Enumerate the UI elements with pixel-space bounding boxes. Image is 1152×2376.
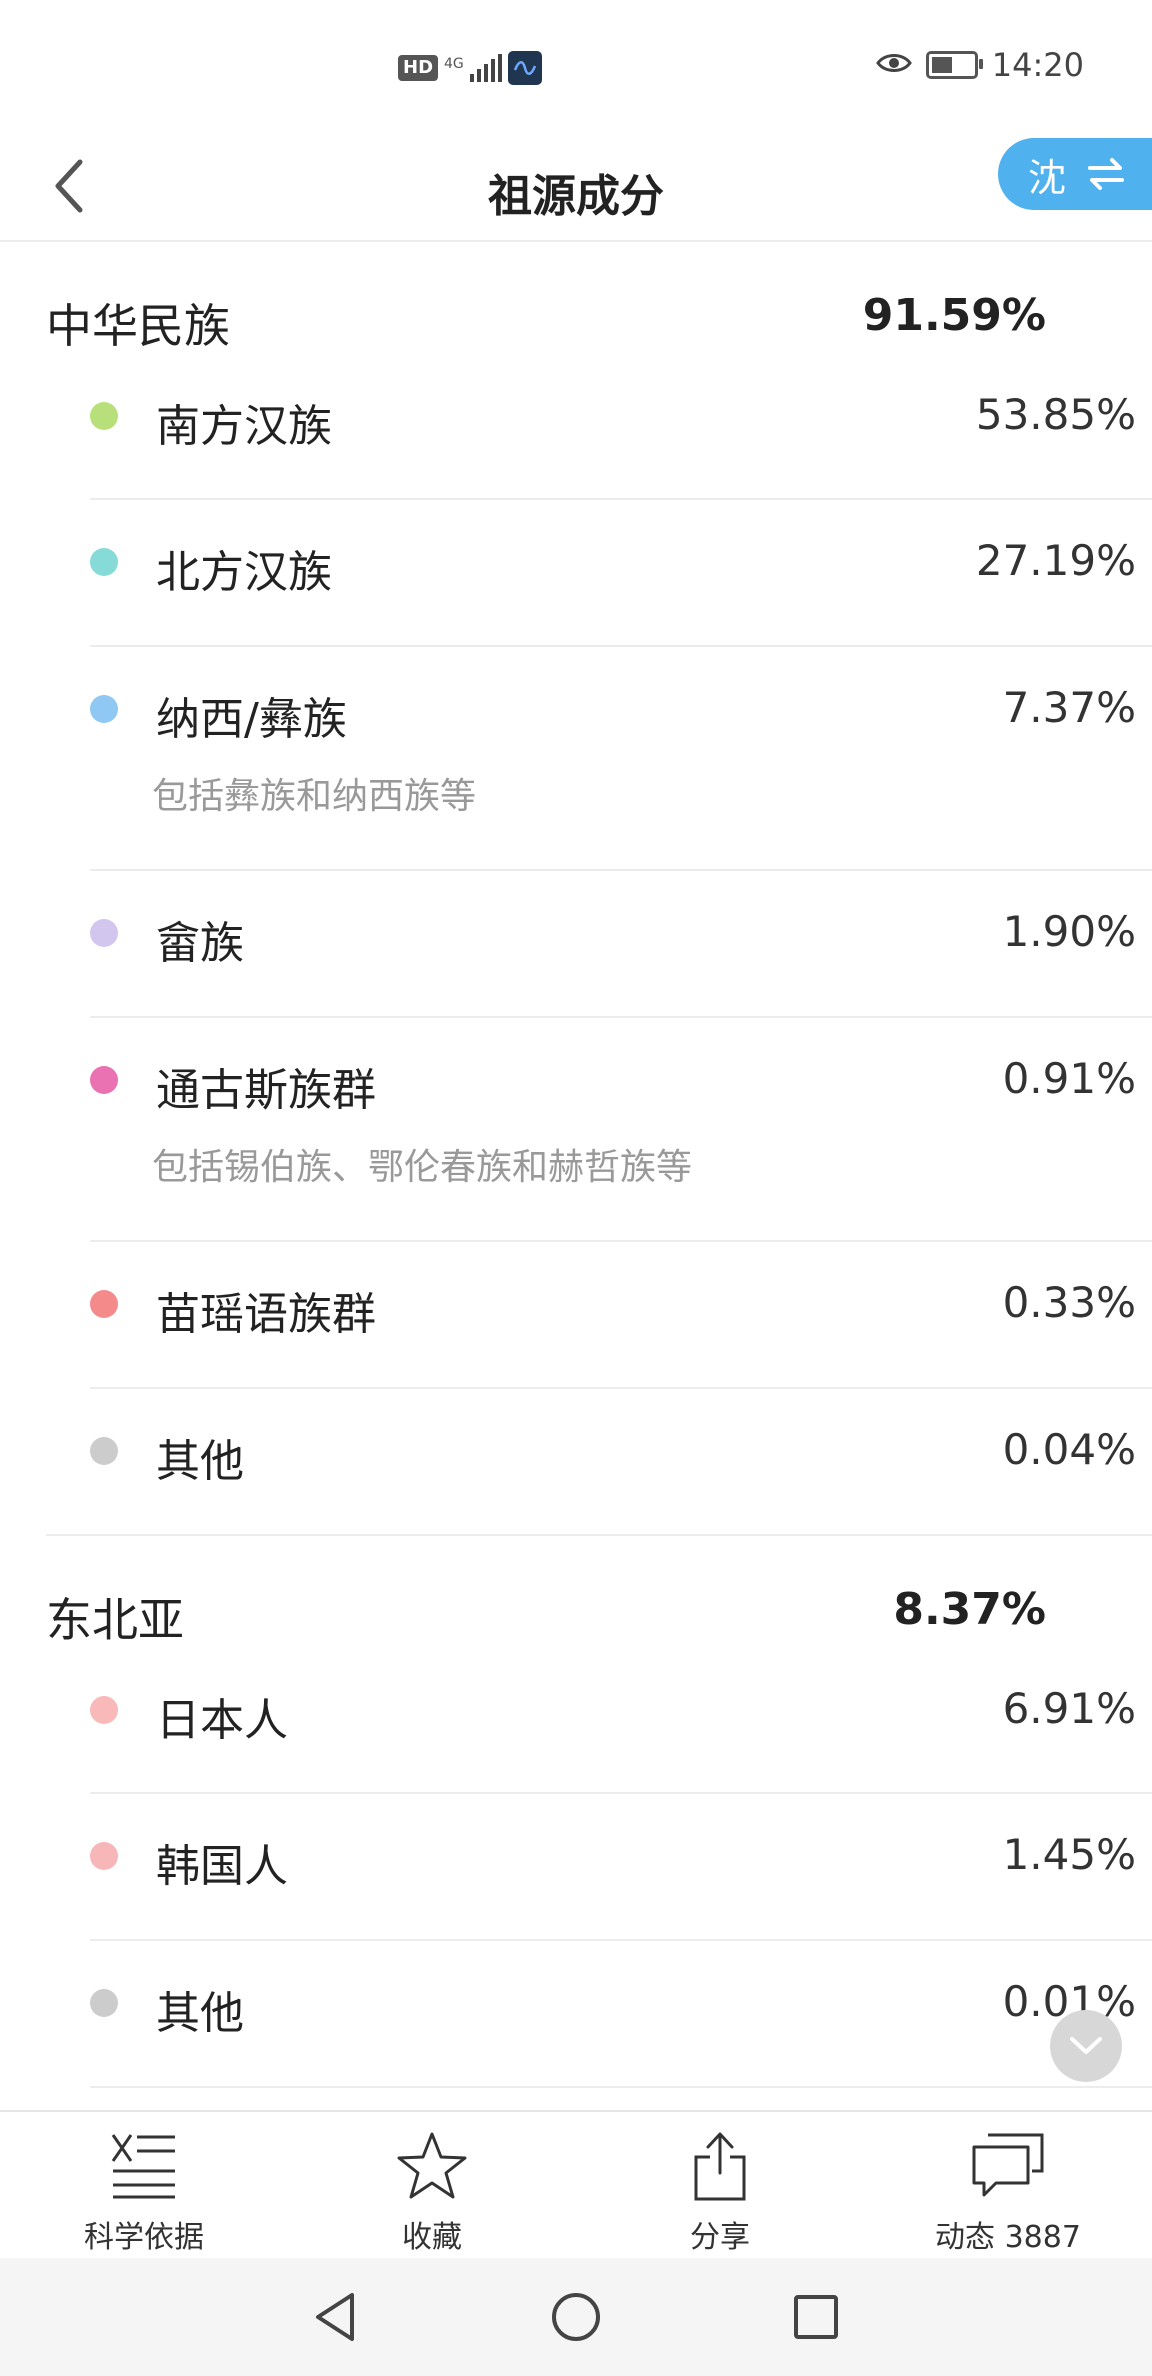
group-name: 中华民族 — [46, 299, 230, 353]
group-header: 中华民族 91.59% — [46, 242, 1152, 382]
group-percent: 8.37% — [893, 1584, 1046, 1635]
hd-badge: HD — [398, 55, 439, 81]
ancestry-name: 苗瑶语族群 — [156, 1289, 376, 1340]
favorite-label: 收藏 — [402, 2220, 462, 2255]
chevron-down-icon — [1070, 2037, 1102, 2054]
science-basis-icon — [104, 2126, 184, 2206]
ancestry-row[interactable]: 其他 0.01% — [90, 1941, 1152, 2088]
ancestry-name: 畲族 — [156, 918, 244, 969]
star-icon — [392, 2126, 472, 2206]
ancestry-groups: 中华民族 91.59% 南方汉族 53.85% 北方汉族 27.19% 纳西/彝族 7.37%… — [0, 242, 1152, 2088]
legend-dot — [90, 1290, 118, 1318]
ancestry-name: 其他 — [156, 1988, 244, 2039]
status-bar: HD 4G 14:20 — [0, 0, 1152, 136]
share-icon — [680, 2126, 760, 2206]
legend-dot — [90, 1842, 118, 1870]
ancestry-row[interactable]: 韩国人 1.45% — [90, 1794, 1152, 1941]
status-icons-center: HD 4G — [398, 50, 542, 86]
ancestry-row[interactable]: 日本人 6.91% — [90, 1676, 1152, 1794]
switch-label: 沈 — [1028, 155, 1067, 200]
scroll-down-button[interactable] — [1050, 2010, 1122, 2082]
favorite-button[interactable]: 收藏 — [288, 2112, 576, 2260]
ancestry-name: 北方汉族 — [156, 547, 332, 598]
science-basis-button[interactable]: 科学依据 — [0, 2112, 288, 2260]
ancestry-row[interactable]: 苗瑶语族群 0.33% — [90, 1242, 1152, 1389]
circle-home-icon — [552, 2293, 600, 2341]
network-type: 4G — [444, 56, 464, 72]
eye-icon — [875, 51, 912, 79]
status-icons-right: 14:20 — [875, 46, 1084, 84]
page-title: 祖源成分 — [488, 171, 664, 222]
square-recents-icon — [794, 2295, 838, 2339]
ancestry-name: 通古斯族群 — [156, 1065, 376, 1116]
legend-dot — [90, 695, 118, 723]
legend-dot — [90, 1066, 118, 1094]
ancestry-row[interactable]: 畲族 1.90% — [90, 871, 1152, 1018]
legend-dot — [90, 1437, 118, 1465]
switch-profile-button[interactable]: 沈 — [998, 138, 1152, 210]
nav-recents-button[interactable] — [786, 2287, 846, 2347]
share-label: 分享 — [690, 2220, 750, 2255]
ancestry-row[interactable]: 纳西/彝族 7.37% 包括彝族和纳西族等 — [90, 647, 1152, 871]
ancestry-row[interactable]: 其他 0.04% — [46, 1389, 1152, 1536]
signal-icon — [469, 54, 502, 82]
ancestry-name: 纳西/彝族 — [156, 694, 347, 745]
legend-dot — [90, 1989, 118, 2017]
group-name: 东北亚 — [46, 1593, 184, 1647]
legend-dot — [90, 919, 118, 947]
app-header: 祖源成分 沈 — [0, 136, 1152, 242]
ancestry-percent: 53.85% — [975, 390, 1136, 439]
comments-icon — [968, 2126, 1048, 2206]
bottom-toolbar: 科学依据 收藏 分享 动态 3887 — [0, 2110, 1152, 2260]
system-nav-bar — [0, 2258, 1152, 2376]
ancestry-percent: 27.19% — [975, 536, 1136, 585]
activity-button[interactable]: 动态 3887 — [864, 2112, 1152, 2260]
ancestry-percent: 7.37% — [1002, 683, 1136, 732]
ancestry-list[interactable]: 中华民族 91.59% 南方汉族 53.85% 北方汉族 27.19% 纳西/彝族 7.37%… — [0, 242, 1152, 2110]
group-header: 东北亚 8.37% — [46, 1536, 1152, 1676]
legend-dot — [90, 1696, 118, 1724]
ancestry-name: 日本人 — [156, 1695, 288, 1746]
ancestry-percent: 0.04% — [1002, 1425, 1136, 1474]
nav-back-button[interactable] — [306, 2287, 366, 2347]
triangle-back-icon — [316, 2293, 354, 2341]
ancestry-description: 包括彝族和纳西族等 — [152, 776, 477, 817]
clock: 14:20 — [991, 46, 1084, 84]
ancestry-percent: 1.45% — [1002, 1830, 1136, 1879]
ancestry-percent: 0.91% — [1002, 1054, 1136, 1103]
ancestry-row[interactable]: 南方汉族 53.85% — [90, 382, 1152, 500]
app-notification-icon — [507, 51, 542, 85]
battery-icon — [925, 51, 983, 79]
ancestry-percent: 6.91% — [1002, 1684, 1136, 1733]
nav-home-button[interactable] — [546, 2287, 606, 2347]
legend-dot — [90, 402, 118, 430]
ancestry-row[interactable]: 北方汉族 27.19% — [90, 500, 1152, 647]
science-basis-label: 科学依据 — [84, 2220, 204, 2255]
ancestry-name: 南方汉族 — [156, 401, 332, 452]
activity-label: 动态 3887 — [935, 2220, 1081, 2255]
ancestry-row[interactable]: 通古斯族群 0.91% 包括锡伯族、鄂伦春族和赫哲族等 — [90, 1018, 1152, 1242]
ancestry-description: 包括锡伯族、鄂伦春族和赫哲族等 — [152, 1147, 693, 1188]
group-percent: 91.59% — [862, 290, 1046, 341]
legend-dot — [90, 548, 118, 576]
ancestry-percent: 1.90% — [1002, 907, 1136, 956]
ancestry-name: 其他 — [156, 1436, 244, 1487]
swap-icon — [1088, 158, 1125, 190]
share-button[interactable]: 分享 — [576, 2112, 864, 2260]
ancestry-name: 韩国人 — [156, 1841, 288, 1892]
ancestry-percent: 0.33% — [1002, 1278, 1136, 1327]
